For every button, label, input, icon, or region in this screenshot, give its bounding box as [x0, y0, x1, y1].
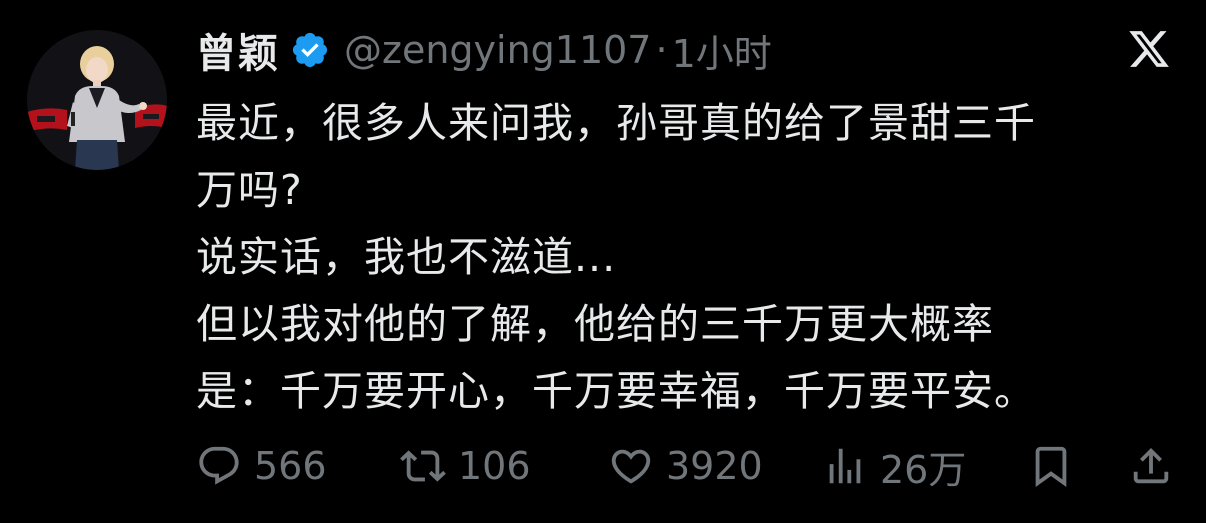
tweet-line: 是：千万要开心，千万要幸福，千万要平安。	[196, 367, 1036, 415]
action-bar: 566 106 3920 26万	[196, 438, 1176, 494]
tweet-line: 万吗?	[196, 166, 303, 214]
tweet-line: 说实话，我也不滋道...	[196, 233, 617, 281]
share-button[interactable]	[1128, 438, 1174, 494]
x-logo-icon[interactable]	[1126, 27, 1172, 71]
tweet-card: 曾颖 @zengying1107 · 1小时 最近，很多人来问我，孙哥真的给了景…	[0, 0, 1206, 523]
reply-count: 566	[254, 444, 327, 488]
reply-icon	[199, 446, 239, 485]
verified-badge-icon	[292, 32, 328, 68]
separator-dot: ·	[655, 28, 668, 72]
display-name[interactable]: 曾颖	[196, 21, 280, 79]
views-count: 26万	[880, 447, 967, 492]
heart-icon	[611, 449, 651, 484]
share-icon	[1133, 447, 1169, 484]
repost-button[interactable]: 106	[400, 438, 531, 494]
tweet-line: 但以我对他的了解，他给的三千万更大概率	[196, 300, 994, 348]
repost-icon	[400, 450, 446, 482]
like-button[interactable]: 3920	[608, 438, 763, 494]
handle[interactable]: @zengying1107	[344, 28, 652, 72]
like-count: 3920	[666, 444, 763, 488]
tweet-text: 最近，很多人来问我，孙哥真的给了景甜三千 万吗? 说实话，我也不滋道... 但以…	[196, 90, 1176, 425]
repost-count: 106	[458, 444, 531, 488]
bookmark-icon	[1035, 446, 1067, 487]
tweet-line: 最近，很多人来问我，孙哥真的给了景甜三千	[196, 99, 1036, 147]
bookmark-button[interactable]	[1028, 438, 1074, 494]
reply-button[interactable]: 566	[196, 438, 327, 494]
avatar-image	[27, 30, 167, 170]
views-button[interactable]: 26万	[822, 438, 966, 494]
tweet-header: 曾颖 @zengying1107 · 1小时	[196, 22, 772, 78]
views-icon	[829, 448, 861, 484]
avatar[interactable]	[27, 30, 167, 170]
timestamp[interactable]: 1小时	[672, 23, 772, 78]
